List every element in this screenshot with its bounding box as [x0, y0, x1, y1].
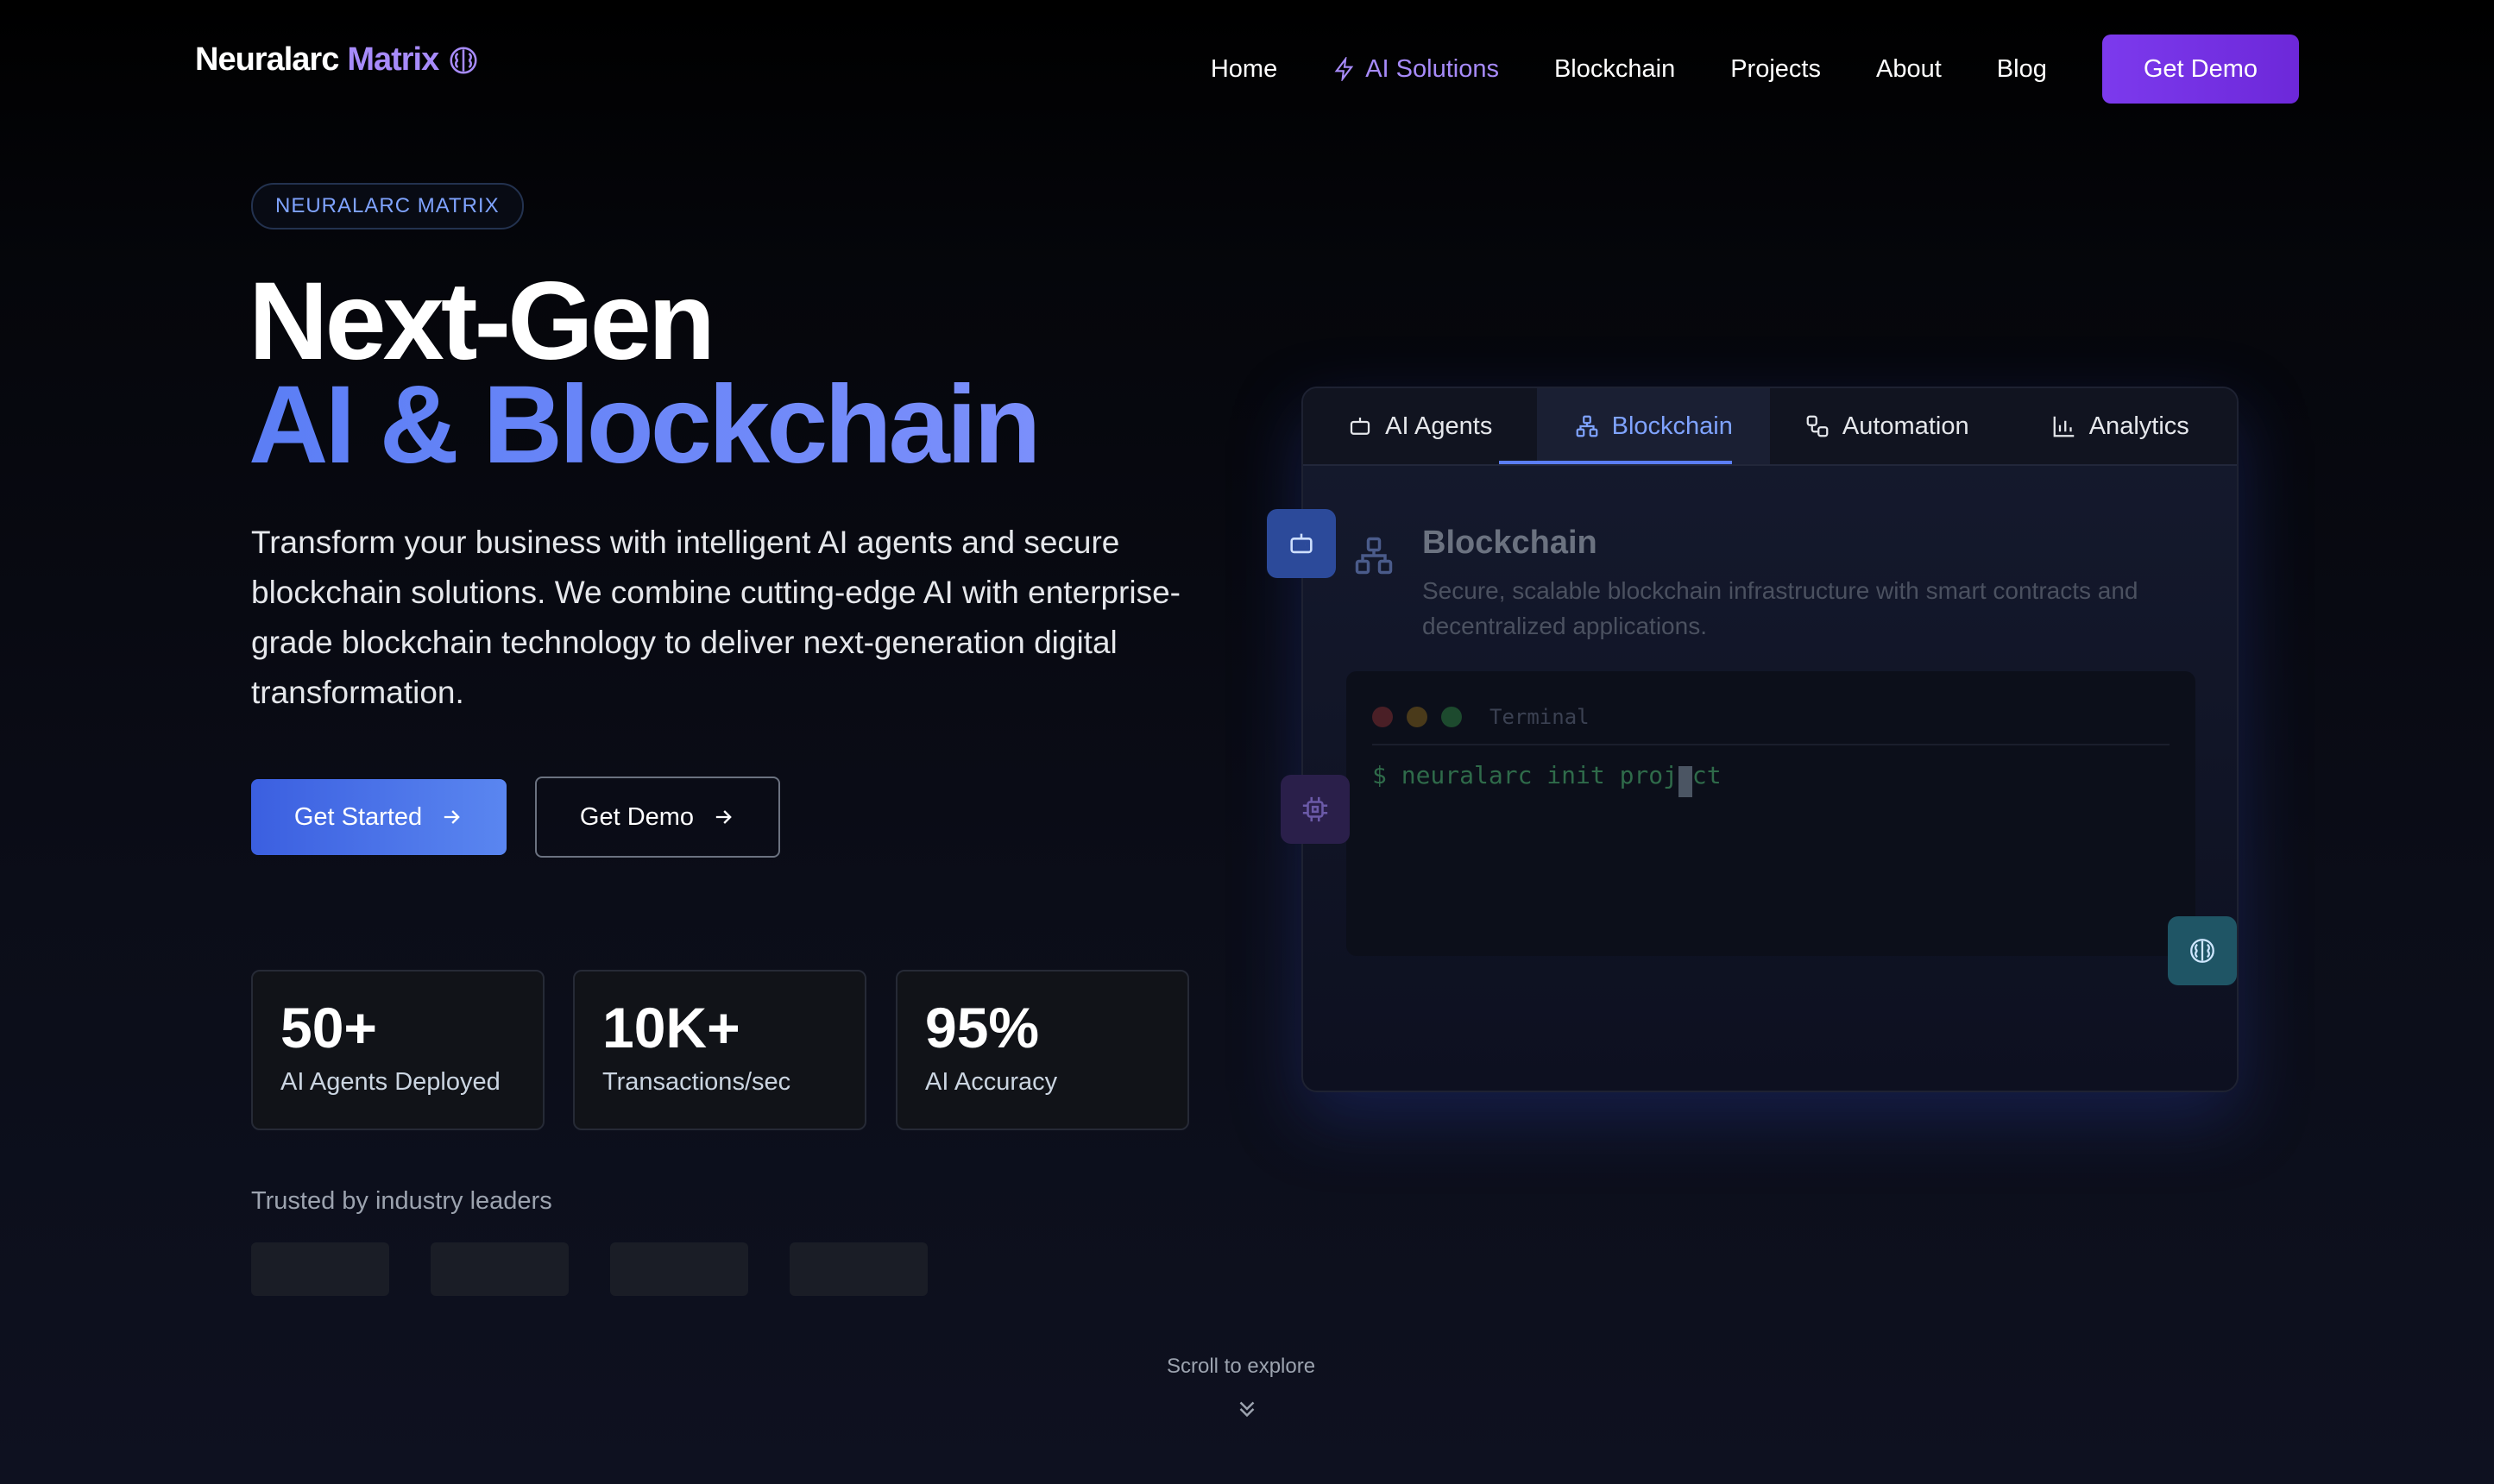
- bot-icon: [1351, 418, 1370, 435]
- partner-logo-placeholder: [251, 1242, 389, 1296]
- nav-projects[interactable]: Projects: [1730, 55, 1821, 84]
- tab-automation[interactable]: Automation: [1770, 388, 2004, 464]
- hero-badge: NEURALARC MATRIX: [251, 183, 524, 230]
- nav-ai-solutions-label: AI Solutions: [1365, 54, 1499, 83]
- feature-panel: AI Agents Blockchain Automation Analytic…: [1301, 387, 2239, 1092]
- floating-brain-badge: [2168, 916, 2237, 985]
- tab-ai-agents[interactable]: AI Agents: [1303, 388, 1537, 464]
- stat-card: 10K+ Transactions/sec: [573, 970, 866, 1130]
- terminal-command: $ neuralarc init project: [1372, 761, 1722, 789]
- network-icon: [1576, 415, 1597, 437]
- panel-title: Blockchain: [1422, 525, 1597, 561]
- tab-label: AI Agents: [1385, 412, 1493, 440]
- maximize-dot: [1441, 707, 1462, 727]
- stat-value: 95%: [925, 996, 1040, 1060]
- floating-cpu-badge: [1281, 775, 1350, 844]
- get-started-label: Get Started: [293, 802, 423, 831]
- partner-logo-placeholder: [431, 1242, 569, 1296]
- tab-analytics[interactable]: Analytics: [2004, 388, 2238, 464]
- close-dot: [1372, 707, 1393, 727]
- nav-blog[interactable]: Blog: [1997, 55, 2047, 84]
- stat-label: AI Accuracy: [925, 1068, 1058, 1096]
- stat-value: 10K+: [602, 996, 740, 1060]
- nav-home[interactable]: Home: [1211, 55, 1277, 84]
- network-icon: [1355, 537, 1393, 575]
- feature-tabs: AI Agents Blockchain Automation Analytic…: [1303, 388, 2237, 466]
- tab-blockchain[interactable]: Blockchain: [1498, 388, 1770, 464]
- stat-value: 50+: [280, 996, 377, 1060]
- minimize-dot: [1407, 707, 1427, 727]
- cpu-icon: [1302, 796, 1328, 822]
- panel-description: Secure, scalable blockchain infrastructu…: [1422, 577, 2138, 639]
- hero-description: Transform your business with intelligent…: [251, 525, 1181, 710]
- lightning-icon: [1334, 57, 1354, 81]
- get-started-button[interactable]: Get Started: [251, 779, 507, 855]
- logo-text: Neuralarc: [195, 41, 339, 78]
- logo-accent-text: Matrix: [347, 41, 439, 78]
- tab-label: Automation: [1842, 412, 1969, 440]
- terminal-titlebar: Terminal: [1372, 690, 2170, 745]
- nav-get-demo-button[interactable]: Get Demo: [2101, 35, 2299, 104]
- bot-icon: [1290, 533, 1313, 554]
- terminal-cursor: [1678, 766, 1692, 797]
- nav-blockchain[interactable]: Blockchain: [1554, 55, 1675, 84]
- tab-label: Analytics: [2088, 412, 2189, 440]
- arrow-right-icon: [444, 810, 460, 824]
- nav-ai-solutions[interactable]: AI Solutions: [1332, 55, 1499, 84]
- terminal-window: Terminal $ neuralarc init project: [1346, 671, 2195, 956]
- partner-logo-placeholder: [790, 1242, 928, 1296]
- brain-icon: [450, 46, 477, 74]
- main-nav: Home AI Solutions Blockchain Projects Ab…: [1156, 35, 2299, 104]
- hero-title-line2: AI & Blockchain: [249, 361, 1041, 490]
- nav-about[interactable]: About: [1876, 55, 1942, 84]
- chevrons-down-icon[interactable]: [1234, 1396, 1260, 1422]
- bar-chart-icon: [2053, 416, 2074, 437]
- get-demo-button[interactable]: Get Demo: [535, 777, 780, 858]
- brain-icon: [2190, 939, 2214, 963]
- brand-logo[interactable]: Neuralarc Matrix: [195, 41, 480, 79]
- scroll-hint: Scroll to explore: [1167, 1355, 1316, 1378]
- stat-card: 95% AI Accuracy: [896, 970, 1189, 1130]
- partner-logo-placeholder: [610, 1242, 748, 1296]
- floating-bot-badge: [1267, 509, 1336, 578]
- stat-label: AI Agents Deployed: [280, 1068, 501, 1096]
- arrow-right-icon: [715, 810, 732, 824]
- tab-label: Blockchain: [1611, 412, 1733, 440]
- workflow-icon: [1806, 415, 1829, 437]
- terminal-label: Terminal: [1489, 705, 1590, 729]
- get-demo-label: Get Demo: [579, 802, 695, 831]
- stat-label: Transactions/sec: [602, 1068, 791, 1096]
- stat-card: 50+ AI Agents Deployed: [251, 970, 545, 1130]
- trusted-label: Trusted by industry leaders: [251, 1187, 552, 1215]
